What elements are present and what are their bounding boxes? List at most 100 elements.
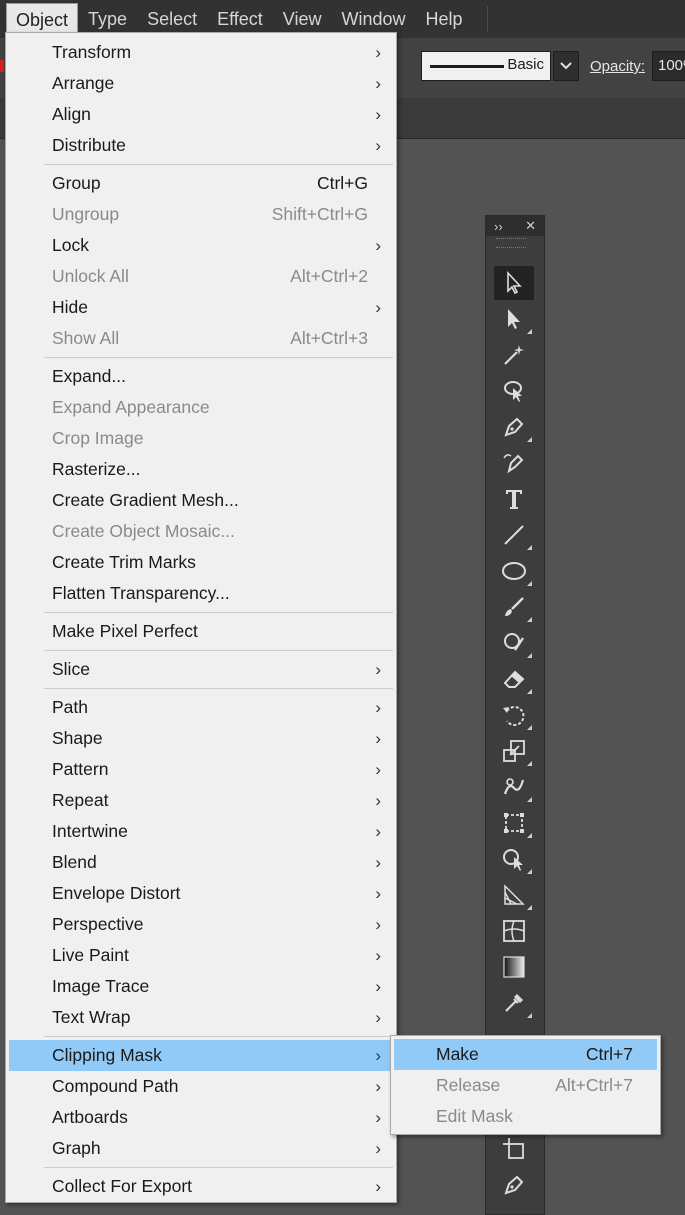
tools-panel-header[interactable]: ›› ✕ — [486, 216, 544, 236]
menu-item-pattern[interactable]: Pattern › — [9, 754, 393, 785]
menu-item-distribute[interactable]: Distribute › — [9, 130, 393, 161]
selection-tool-icon — [507, 270, 522, 295]
eraser-tool[interactable] — [494, 662, 534, 696]
chevron-right-icon: › — [375, 853, 381, 872]
menu-item-shortcut: Alt+Ctrl+3 — [290, 328, 368, 348]
menu-item-live-paint[interactable]: Live Paint › — [9, 940, 393, 971]
menu-item-label: Create Trim Marks — [52, 552, 196, 572]
menu-item-path[interactable]: Path › — [9, 692, 393, 723]
stroke-profile-dropdown-button[interactable] — [553, 51, 579, 81]
chevron-right-icon: › — [375, 915, 381, 934]
pen-tool[interactable] — [494, 410, 534, 444]
submenu-item-label: Edit Mask — [436, 1106, 513, 1126]
menu-separator — [44, 357, 393, 358]
chevron-right-icon: › — [375, 1108, 381, 1127]
submenu-item-release: Release Alt+Ctrl+7 — [394, 1070, 657, 1101]
paintbrush-tool-icon — [505, 597, 524, 616]
menu-view[interactable]: View — [273, 3, 332, 35]
chevron-right-icon: › — [375, 977, 381, 996]
menu-item-text-wrap[interactable]: Text Wrap › — [9, 1002, 393, 1033]
menu-item-collect-for-export[interactable]: Collect For Export › — [9, 1171, 393, 1202]
menu-object[interactable]: Object — [6, 3, 79, 35]
shaper-tool[interactable] — [494, 626, 534, 660]
magic-wand-tool-icon — [504, 345, 524, 365]
shape-builder-tool[interactable] — [494, 842, 534, 876]
perspective-grid-tool-icon — [504, 884, 525, 905]
warp-tool[interactable] — [494, 770, 534, 804]
panel-grip-handle[interactable] — [496, 238, 526, 248]
menu-item-label: Expand... — [52, 366, 126, 386]
menu-type[interactable]: Type — [78, 3, 137, 35]
stroke-line-preview — [430, 65, 504, 68]
menu-item-blend[interactable]: Blend › — [9, 847, 393, 878]
close-icon[interactable]: ✕ — [525, 218, 536, 234]
curvature-tool[interactable] — [494, 446, 534, 480]
menu-item-flatten-transparency[interactable]: Flatten Transparency... — [9, 578, 393, 609]
menu-item-create-trim-marks[interactable]: Create Trim Marks — [9, 547, 393, 578]
ellipse-tool[interactable] — [494, 554, 534, 588]
line-segment-tool[interactable] — [494, 518, 534, 552]
artboard-tool[interactable] — [494, 1132, 534, 1166]
menu-help[interactable]: Help — [416, 3, 473, 35]
gradient-tool[interactable] — [494, 950, 534, 984]
opacity-input[interactable]: 100% — [652, 51, 685, 81]
menu-item-lock[interactable]: Lock › — [9, 230, 393, 261]
menu-item-label: Blend — [52, 852, 97, 872]
menu-item-repeat[interactable]: Repeat › — [9, 785, 393, 816]
menu-item-compound-path[interactable]: Compound Path › — [9, 1071, 393, 1102]
menu-item-image-trace[interactable]: Image Trace › — [9, 971, 393, 1002]
eyedropper-tool[interactable] — [494, 986, 534, 1020]
menu-separator — [44, 164, 393, 165]
menu-separator — [44, 1167, 393, 1168]
menu-item-hide[interactable]: Hide › — [9, 292, 393, 323]
rotate-tool[interactable] — [494, 698, 534, 732]
menu-item-slice[interactable]: Slice › — [9, 654, 393, 685]
chevron-right-icon: › — [375, 1046, 381, 1065]
menu-item-align[interactable]: Align › — [9, 99, 393, 130]
menu-item-arrange[interactable]: Arrange › — [9, 68, 393, 99]
submenu-item-label: Release — [436, 1075, 501, 1095]
mesh-tool-icon — [503, 920, 525, 942]
menu-item-label: Flatten Transparency... — [52, 583, 230, 603]
menu-item-intertwine[interactable]: Intertwine › — [9, 816, 393, 847]
lasso-tool-icon — [504, 381, 522, 402]
expand-panel-icon[interactable]: ›› — [494, 219, 503, 234]
stroke-profile-label: Basic — [507, 56, 544, 73]
menu-item-envelope-distort[interactable]: Envelope Distort › — [9, 878, 393, 909]
stroke-profile-preview[interactable]: Basic — [421, 51, 551, 81]
menu-item-shape[interactable]: Shape › — [9, 723, 393, 754]
menu-item-graph[interactable]: Graph › — [9, 1133, 393, 1164]
free-transform-tool[interactable] — [494, 806, 534, 840]
opacity-label[interactable]: Opacity: — [590, 58, 645, 75]
submenu-item-shortcut: Alt+Ctrl+7 — [555, 1075, 633, 1095]
pen-tool-secondary[interactable] — [494, 1168, 534, 1202]
menu-item-perspective[interactable]: Perspective › — [9, 909, 393, 940]
menu-item-clipping-mask[interactable]: Clipping Mask › — [9, 1040, 393, 1071]
menu-item-expand[interactable]: Expand... — [9, 361, 393, 392]
menu-separator — [44, 688, 393, 689]
direct-selection-tool[interactable] — [494, 302, 534, 336]
menu-item-group[interactable]: Group Ctrl+G — [9, 168, 393, 199]
submenu-item-make[interactable]: Make Ctrl+7 — [394, 1039, 657, 1070]
mesh-tool[interactable] — [494, 914, 534, 948]
magic-wand-tool[interactable] — [494, 338, 534, 372]
paintbrush-tool[interactable] — [494, 590, 534, 624]
perspective-grid-tool[interactable] — [494, 878, 534, 912]
menu-item-transform[interactable]: Transform › — [9, 37, 393, 68]
menu-item-rasterize[interactable]: Rasterize... — [9, 454, 393, 485]
selection-tool[interactable] — [494, 266, 534, 300]
scale-tool[interactable] — [494, 734, 534, 768]
menu-window[interactable]: Window — [332, 3, 416, 35]
menu-item-make-pixel-perfect[interactable]: Make Pixel Perfect — [9, 616, 393, 647]
menu-select[interactable]: Select — [137, 3, 207, 35]
chevron-right-icon: › — [375, 105, 381, 124]
menu-item-label: Transform — [52, 42, 132, 62]
menu-item-artboards[interactable]: Artboards › — [9, 1102, 393, 1133]
menubar-divider — [486, 6, 488, 32]
type-tool[interactable] — [494, 482, 534, 516]
free-transform-tool-icon — [504, 813, 524, 833]
lasso-tool[interactable] — [494, 374, 534, 408]
menu-effect[interactable]: Effect — [207, 3, 273, 35]
menu-item-create-gradient-mesh[interactable]: Create Gradient Mesh... — [9, 485, 393, 516]
chevron-down-icon — [560, 62, 572, 70]
